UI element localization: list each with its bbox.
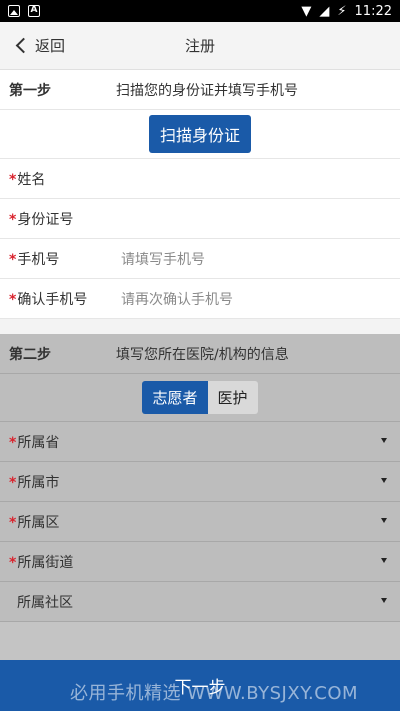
step1-header: 第一步 扫描您的身份证并填写手机号	[0, 70, 400, 110]
confirm-phone-field-label: *确认手机号	[9, 291, 88, 308]
volunteer-option[interactable]: 志愿者	[142, 381, 208, 414]
district-label: *所属区	[9, 514, 60, 531]
next-step-button[interactable]: 下一步	[0, 660, 400, 711]
required-marker: *	[9, 514, 17, 531]
signal-icon: ◢	[319, 3, 330, 19]
province-dropdown[interactable]: *所属省	[0, 422, 400, 462]
chevron-left-icon	[15, 37, 32, 54]
status-bar: A ▼ ◢ ⚡ 11:22	[0, 0, 400, 22]
step1-section: 第一步 扫描您的身份证并填写手机号 扫描身份证 *姓名 *身份证号 *手机号 请…	[0, 70, 400, 319]
step2-label: 第二步	[9, 346, 51, 363]
dropdown-arrow-icon	[381, 438, 387, 443]
step1-description: 扫描您的身份证并填写手机号	[116, 82, 298, 99]
section-divider	[0, 319, 400, 334]
phone-input[interactable]: 请填写手机号	[121, 249, 205, 269]
step2-section: 第二步 填写您所在医院/机构的信息 志愿者 医护 *所属省 *所属市 *所属区 …	[0, 334, 400, 662]
street-label: *所属街道	[9, 554, 74, 571]
dropdown-arrow-icon	[381, 478, 387, 483]
role-toggle: 志愿者 医护	[142, 381, 258, 414]
confirm-phone-field[interactable]: *确认手机号 请再次确认手机号	[0, 279, 400, 319]
a-notification-icon: A	[28, 5, 40, 17]
dropdown-arrow-icon	[381, 558, 387, 563]
province-label: *所属省	[9, 434, 60, 451]
role-toggle-row: 志愿者 医护	[0, 374, 400, 422]
battery-icon: ⚡	[337, 3, 347, 19]
id-number-field-label: *身份证号	[9, 211, 74, 228]
city-label: *所属市	[9, 474, 60, 491]
status-time: 11:22	[354, 3, 392, 19]
section-filler	[0, 622, 400, 662]
required-marker: *	[9, 291, 17, 308]
required-marker: *	[9, 554, 17, 571]
required-marker: *	[9, 251, 17, 268]
id-number-field[interactable]: *身份证号	[0, 199, 400, 239]
wifi-icon: ▼	[301, 3, 312, 19]
community-dropdown[interactable]: 所属社区	[0, 582, 400, 622]
city-dropdown[interactable]: *所属市	[0, 462, 400, 502]
back-button[interactable]: 返回	[0, 35, 65, 56]
back-label: 返回	[35, 37, 66, 55]
confirm-phone-input[interactable]: 请再次确认手机号	[121, 289, 233, 309]
district-dropdown[interactable]: *所属区	[0, 502, 400, 542]
community-label: 所属社区	[17, 594, 73, 611]
step2-header: 第二步 填写您所在医院/机构的信息	[0, 334, 400, 374]
image-notification-icon	[8, 5, 20, 17]
next-step-label: 下一步	[174, 678, 226, 698]
required-marker: *	[9, 474, 17, 491]
street-dropdown[interactable]: *所属街道	[0, 542, 400, 582]
nav-bar: 返回 注册	[0, 22, 400, 70]
step2-description: 填写您所在医院/机构的信息	[116, 346, 289, 363]
medical-option[interactable]: 医护	[207, 381, 258, 414]
dropdown-arrow-icon	[381, 598, 387, 603]
name-field[interactable]: *姓名	[0, 159, 400, 199]
dropdown-arrow-icon	[381, 518, 387, 523]
name-field-label: *姓名	[9, 171, 46, 188]
required-marker: *	[9, 434, 17, 451]
phone-field-label: *手机号	[9, 251, 60, 268]
scan-id-card-button[interactable]: 扫描身份证	[148, 115, 251, 153]
phone-field[interactable]: *手机号 请填写手机号	[0, 239, 400, 279]
scan-row: 扫描身份证	[0, 110, 400, 159]
required-marker: *	[9, 211, 17, 228]
required-marker: *	[9, 171, 17, 188]
step1-label: 第一步	[9, 82, 51, 99]
